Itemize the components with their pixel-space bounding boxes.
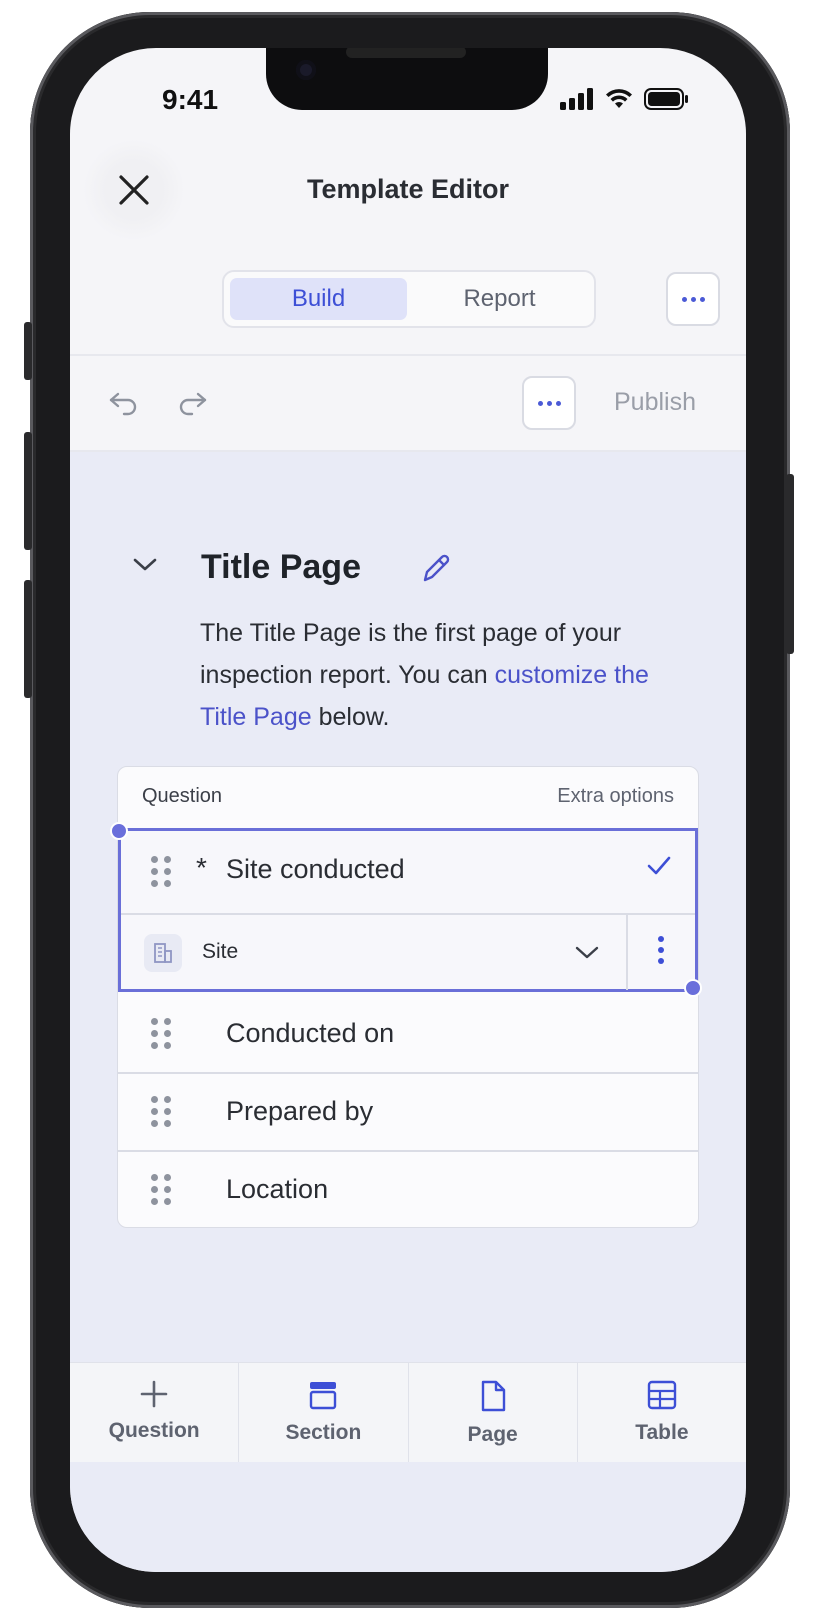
wifi-icon (606, 89, 632, 108)
response-type-chevron-down-icon[interactable] (574, 944, 600, 962)
plus-icon (140, 1380, 168, 1408)
publish-button[interactable]: Publish (614, 388, 696, 417)
tab-report[interactable]: Report (411, 278, 588, 320)
drag-handle-icon[interactable] (151, 1096, 171, 1127)
add-page-button[interactable]: Page (409, 1363, 578, 1462)
drag-handle-icon[interactable] (151, 856, 171, 887)
row-divider (118, 1150, 698, 1152)
chevron-down-icon[interactable] (132, 556, 158, 574)
add-question-button[interactable]: Question (70, 1363, 240, 1462)
add-table-label: Table (635, 1421, 689, 1444)
description-text-end: below. (311, 703, 390, 731)
question-label-location[interactable]: Location (226, 1174, 328, 1205)
question-label-site-conducted[interactable]: Site conducted (226, 854, 405, 885)
column-header-extra-options: Extra options (557, 785, 674, 807)
battery-icon (644, 88, 688, 110)
selection-handle-bottom-right[interactable] (684, 979, 702, 997)
undo-icon[interactable] (108, 390, 140, 416)
building-icon (154, 943, 172, 963)
status-time: 9:41 (162, 84, 219, 115)
card-header: Question Extra options (118, 767, 698, 829)
toolbar-more-button[interactable] (522, 376, 576, 430)
header-more-button[interactable] (666, 272, 720, 326)
view-segmented-control: Build Report (222, 270, 596, 328)
column-header-question: Question (142, 785, 223, 807)
table-icon (647, 1380, 677, 1410)
drag-handle-icon[interactable] (151, 1018, 171, 1049)
selection-handle-top-left[interactable] (110, 822, 128, 840)
add-question-label: Question (108, 1419, 200, 1442)
pencil-icon[interactable] (419, 552, 453, 586)
question-label-conducted-on[interactable]: Conducted on (226, 1018, 394, 1049)
section-icon (310, 1382, 337, 1410)
status-icons (560, 88, 690, 110)
speaker (346, 48, 466, 58)
question-label-prepared-by[interactable]: Prepared by (226, 1096, 373, 1127)
cellular-signal-icon (560, 88, 593, 110)
question-options-kebab-icon[interactable] (658, 936, 664, 964)
row-divider (118, 1072, 698, 1074)
add-section-button[interactable]: Section (239, 1363, 409, 1462)
page-title: Title Page (201, 548, 361, 586)
screen: 9:41 Template Editor Build Report Publis… (70, 48, 746, 1572)
add-page-label: Page (467, 1423, 518, 1446)
power-button (786, 474, 794, 654)
mute-switch (24, 322, 32, 380)
volume-down-button (24, 580, 32, 698)
add-table-button[interactable]: Table (578, 1363, 746, 1462)
vertical-separator (626, 914, 628, 990)
site-icon-badge (144, 934, 182, 972)
row-divider (121, 913, 695, 915)
header-divider (70, 354, 746, 356)
header-title: Template Editor (306, 174, 510, 204)
front-camera (296, 60, 316, 80)
bottom-safe-area (70, 1462, 746, 1572)
bottom-add-bar: Question Section Page Table (70, 1362, 746, 1462)
page-description: The Title Page is the first page of your… (200, 612, 660, 738)
page-icon (481, 1380, 505, 1412)
redo-icon[interactable] (176, 390, 208, 416)
required-marker: * (196, 852, 207, 883)
volume-up-button (24, 432, 32, 550)
response-type-site[interactable]: Site (202, 940, 238, 964)
drag-handle-icon[interactable] (151, 1174, 171, 1205)
tab-build[interactable]: Build (230, 278, 407, 320)
checkmark-icon[interactable] (646, 854, 672, 876)
add-section-label: Section (285, 1421, 362, 1444)
